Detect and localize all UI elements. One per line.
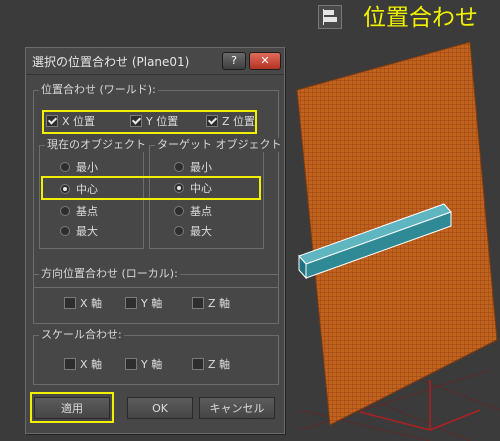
target-min-radio-icon[interactable] bbox=[174, 162, 184, 172]
current-min-radio-icon[interactable] bbox=[60, 162, 70, 172]
target-pivot-radio-icon[interactable] bbox=[174, 206, 184, 216]
cancel-button[interactable]: キャンセル bbox=[199, 397, 275, 419]
target-pivot-label: 基点 bbox=[190, 205, 212, 218]
current-object-label: 現在のオブジェクト bbox=[45, 138, 148, 152]
current-min-label: 最小 bbox=[76, 161, 98, 174]
header-title: 位置合わせ bbox=[363, 5, 478, 31]
current-max-label: 最大 bbox=[76, 225, 98, 238]
highlight-position-checks bbox=[42, 110, 257, 134]
current-pivot-radio[interactable]: 基点 bbox=[60, 204, 98, 218]
target-pivot-radio[interactable]: 基点 bbox=[174, 204, 212, 218]
ok-button[interactable]: OK bbox=[127, 397, 193, 419]
orient-x-checkbox[interactable]: X 軸 bbox=[64, 296, 102, 310]
orient-x-label: X 軸 bbox=[80, 297, 103, 310]
target-min-label: 最小 bbox=[190, 161, 212, 174]
scale-x-check-icon[interactable] bbox=[64, 358, 76, 370]
scale-z-checkbox[interactable]: Z 軸 bbox=[192, 357, 230, 371]
target-max-label: 最大 bbox=[190, 225, 212, 238]
help-button[interactable]: ? bbox=[222, 52, 246, 70]
orient-z-check-icon[interactable] bbox=[192, 297, 204, 309]
orient-x-check-icon[interactable] bbox=[64, 297, 76, 309]
scale-y-checkbox[interactable]: Y 軸 bbox=[125, 357, 162, 371]
scale-y-label: Y 軸 bbox=[141, 358, 163, 371]
close-button[interactable]: ✕ bbox=[249, 52, 281, 70]
orient-y-check-icon[interactable] bbox=[125, 297, 137, 309]
target-object-label: ターゲット オブジェクト bbox=[155, 138, 284, 152]
scale-y-check-icon[interactable] bbox=[125, 358, 137, 370]
current-min-radio[interactable]: 最小 bbox=[60, 160, 98, 174]
current-max-radio-icon[interactable] bbox=[60, 226, 70, 236]
target-min-radio[interactable]: 最小 bbox=[174, 160, 212, 174]
current-max-radio[interactable]: 最大 bbox=[60, 224, 98, 238]
align-selection-dialog: 選択の位置合わせ (Plane01) ? ✕ 位置合わせ (ワールド): X 位… bbox=[25, 47, 285, 434]
orient-y-label: Y 軸 bbox=[141, 297, 163, 310]
orientation-label: 方向位置合わせ (ローカル): bbox=[39, 267, 180, 281]
scale-x-label: X 軸 bbox=[80, 358, 103, 371]
highlight-apply-button bbox=[30, 392, 114, 423]
scale-z-check-icon[interactable] bbox=[192, 358, 204, 370]
orient-z-checkbox[interactable]: Z 軸 bbox=[192, 296, 230, 310]
orient-z-label: Z 軸 bbox=[208, 297, 231, 310]
target-max-radio[interactable]: 最大 bbox=[174, 224, 212, 238]
scale-z-label: Z 軸 bbox=[208, 358, 231, 371]
viewport-3d[interactable]: 位置合わせ 選択の位置合わせ (Plane01) ? ✕ 位置合わせ (ワールド… bbox=[0, 0, 500, 441]
dialog-titlebar[interactable]: 選択の位置合わせ (Plane01) ? ✕ bbox=[26, 48, 284, 75]
orient-y-checkbox[interactable]: Y 軸 bbox=[125, 296, 162, 310]
scale-x-checkbox[interactable]: X 軸 bbox=[64, 357, 102, 371]
highlight-center-options bbox=[41, 176, 261, 200]
target-max-radio-icon[interactable] bbox=[174, 226, 184, 236]
scale-label: スケール合わせ: bbox=[39, 328, 124, 342]
align-world-label: 位置合わせ (ワールド): bbox=[39, 83, 158, 97]
current-pivot-label: 基点 bbox=[76, 205, 98, 218]
current-pivot-radio-icon[interactable] bbox=[60, 206, 70, 216]
dialog-title: 選択の位置合わせ (Plane01) bbox=[32, 55, 190, 69]
align-icon[interactable] bbox=[318, 5, 342, 29]
